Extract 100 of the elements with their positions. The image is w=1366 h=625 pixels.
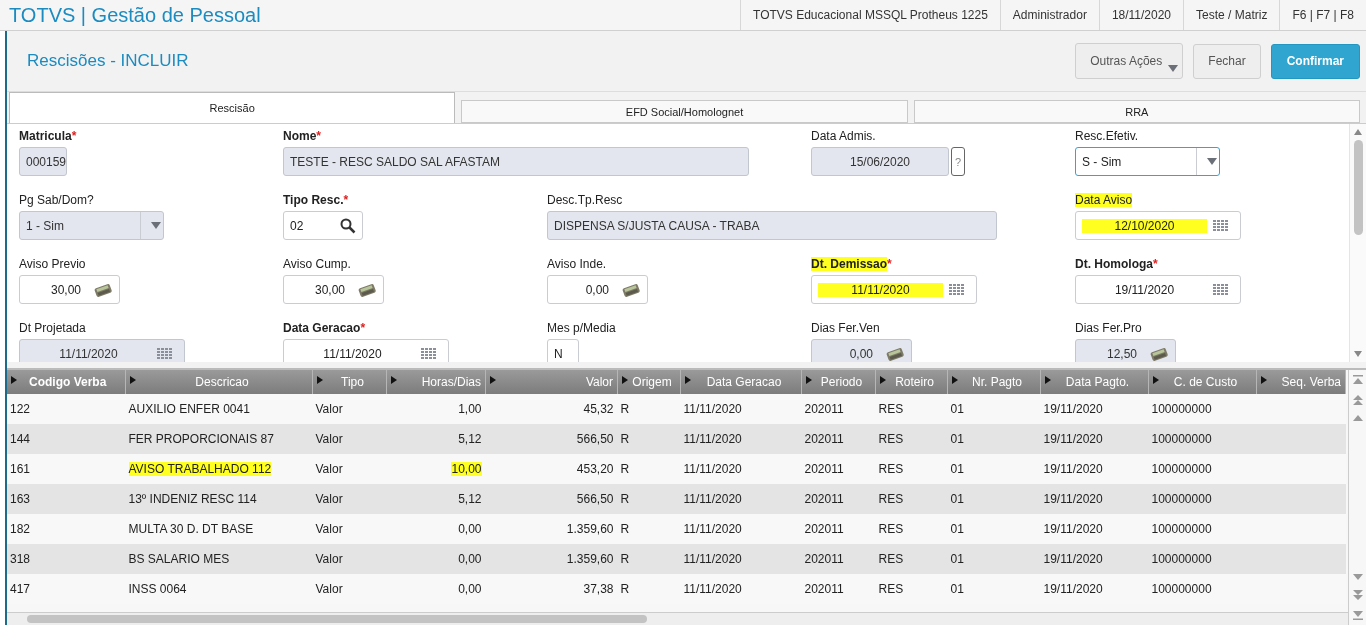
date-field[interactable]: 12/10/2020 xyxy=(1075,211,1241,240)
table-cell: Valor xyxy=(315,522,343,536)
table-cell: R xyxy=(620,492,630,506)
field-label: Data Admis. xyxy=(811,129,876,143)
table-cell: INSS 0064 xyxy=(128,582,187,596)
scroll-up-icon[interactable] xyxy=(1352,415,1363,421)
table-cell: 566,50 xyxy=(576,432,614,446)
scroll-thumb[interactable] xyxy=(1353,140,1363,235)
page-up-icon[interactable] xyxy=(1352,395,1363,405)
table-cell: 1,00 xyxy=(458,402,482,416)
lookup-field[interactable]: 02 xyxy=(283,211,363,240)
table-cell: 453,20 xyxy=(576,462,614,476)
scroll-thumb[interactable] xyxy=(27,615,647,623)
tab[interactable]: RRA xyxy=(913,100,1360,123)
tab[interactable]: EFD Social/Homolognet xyxy=(461,100,908,123)
text-field[interactable]: N xyxy=(547,339,579,362)
table-cell: 37,38 xyxy=(583,582,614,596)
table-cell: 566,50 xyxy=(576,492,614,506)
calendar-icon xyxy=(1213,219,1228,232)
triangle-icon xyxy=(1153,376,1159,384)
field-label: Mes p/Media xyxy=(547,321,616,335)
table-cell: 5,12 xyxy=(458,432,482,446)
tab[interactable]: Rescisão xyxy=(9,92,456,123)
table-cell: 01 xyxy=(950,402,964,416)
table-cell: 0,00 xyxy=(458,552,482,566)
required-mark: * xyxy=(316,129,321,143)
triangle-icon xyxy=(806,376,812,384)
caret-icon xyxy=(1207,158,1217,165)
table-cell: 1.359,60 xyxy=(566,522,614,536)
date-field[interactable]: 11/11/2020 xyxy=(811,275,977,304)
field-label: Pg Sab/Dom? xyxy=(19,193,94,207)
table-cell: RES xyxy=(878,522,904,536)
calculator-icon xyxy=(93,282,113,297)
table-cell: R xyxy=(620,402,630,416)
table-cell: RES xyxy=(878,462,904,476)
close-button[interactable]: Fechar xyxy=(1193,43,1261,79)
table-cell: 11/11/2020 xyxy=(683,552,742,566)
calculator-icon xyxy=(621,282,641,297)
triangle-icon xyxy=(130,376,136,384)
field-label: Desc.Tp.Resc xyxy=(547,193,623,207)
calculator-icon xyxy=(357,282,377,297)
page-down-icon[interactable] xyxy=(1352,590,1363,600)
table-cell: AUXILIO ENFER 0041 xyxy=(128,402,250,416)
scroll-top-icon[interactable] xyxy=(1352,375,1363,385)
date-field[interactable]: 19/11/2020 xyxy=(1075,275,1241,304)
table-cell: RES xyxy=(878,402,904,416)
field-label: Nome xyxy=(283,129,317,143)
table-cell: 01 xyxy=(950,552,964,566)
table-cell: 01 xyxy=(950,492,964,506)
table-cell: 122 xyxy=(10,402,31,416)
scroll-up-icon[interactable] xyxy=(1354,129,1362,135)
header-info: 18/11/2020 xyxy=(1098,0,1184,30)
table-cell: 202011 xyxy=(804,522,844,536)
table-cell: 202011 xyxy=(804,582,844,596)
field-label: Data Geracao xyxy=(283,321,361,335)
field-label: Resc.Efetiv. xyxy=(1075,129,1139,143)
calendar-icon xyxy=(949,283,964,296)
field-label: Dt Projetada xyxy=(19,321,86,335)
table-cell: 202011 xyxy=(804,552,844,566)
table-cell: 144 xyxy=(10,432,31,446)
scrollbar[interactable] xyxy=(1349,124,1366,362)
table-cell: 202011 xyxy=(804,462,844,476)
table-scrollbar[interactable] xyxy=(1348,370,1366,625)
table-cell: 5,12 xyxy=(458,492,482,506)
table-cell: 100000000 xyxy=(1151,552,1212,566)
table-cell: 01 xyxy=(950,522,964,536)
table-cell: 19/11/2020 xyxy=(1043,492,1103,506)
triangle-icon xyxy=(952,376,958,384)
triangle-icon xyxy=(1045,376,1051,384)
table-cell: RES xyxy=(878,432,904,446)
table-cell: 19/11/2020 xyxy=(1043,522,1103,536)
table-cell: 1.359,60 xyxy=(566,552,614,566)
number-field[interactable]: 0,00 xyxy=(547,275,648,304)
field-label: Data Aviso xyxy=(1075,193,1133,207)
table-cell: 19/11/2020 xyxy=(1043,432,1103,446)
table-cell: 11/11/2020 xyxy=(683,462,742,476)
table-cell: 161 xyxy=(10,462,31,476)
date-field[interactable]: 11/11/2020 xyxy=(283,339,449,362)
calendar-icon xyxy=(421,347,436,360)
horizontal-scrollbar[interactable] xyxy=(7,612,1348,625)
table-cell: 01 xyxy=(950,462,964,476)
table-cell: 0,00 xyxy=(458,522,482,536)
table-cell: 100000000 xyxy=(1151,492,1212,506)
field-label: Dt. Homologa xyxy=(1075,257,1153,271)
scroll-down-icon[interactable] xyxy=(1354,351,1362,357)
header-info: Teste / Matriz xyxy=(1183,0,1280,30)
field-label: Matricula xyxy=(19,129,72,143)
field-label: Aviso Previo xyxy=(19,257,86,271)
table-cell: 100000000 xyxy=(1151,432,1212,446)
number-field[interactable]: 30,00 xyxy=(283,275,384,304)
header-info: TOTVS Educacional MSSQL Protheus 1225 xyxy=(740,0,1000,30)
calculator-icon xyxy=(885,346,905,361)
dropdown[interactable]: S - Sim xyxy=(1075,147,1220,176)
scroll-bottom-icon[interactable] xyxy=(1352,610,1363,620)
actions-menu-button[interactable]: Outras Ações xyxy=(1075,43,1184,79)
scroll-down-icon[interactable] xyxy=(1352,574,1363,580)
table-cell: 100000000 xyxy=(1151,522,1212,536)
table-cell: 19/11/2020 xyxy=(1043,402,1103,416)
number-field[interactable]: 30,00 xyxy=(19,275,120,304)
table-cell: MULTA 30 D. DT BASE xyxy=(128,522,254,536)
